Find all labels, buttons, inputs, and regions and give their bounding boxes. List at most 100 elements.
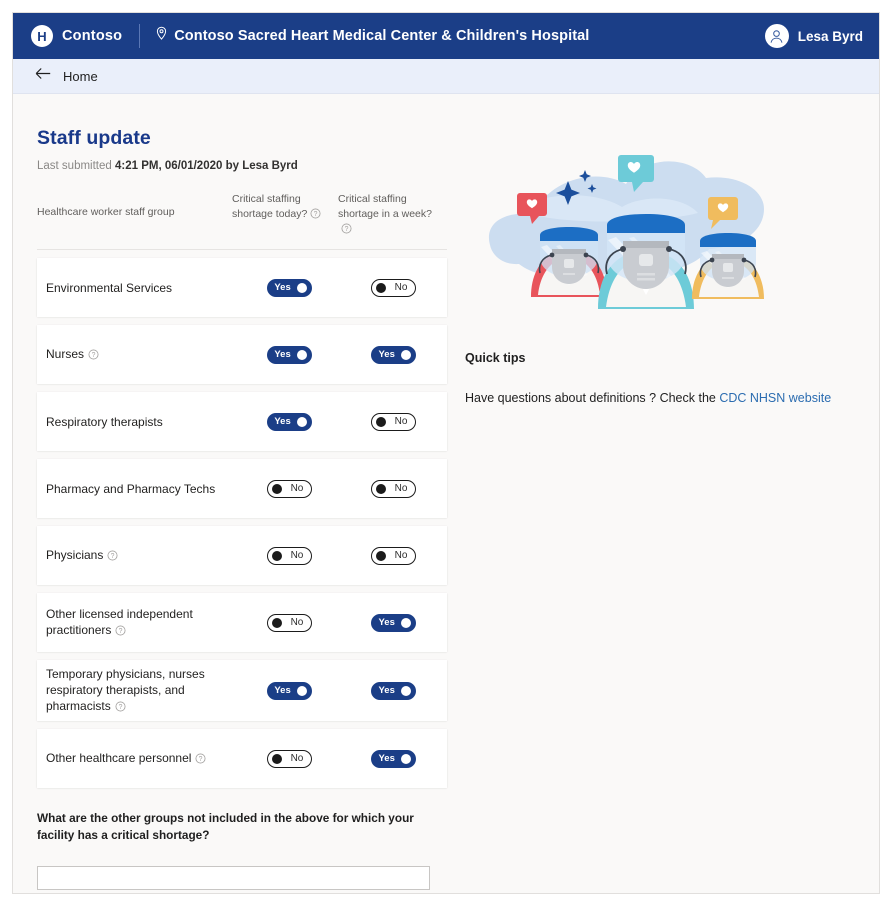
toggle-week-yes[interactable]: Yes [371,681,417,700]
toggle-today-no[interactable]: No [267,546,313,565]
toggle-knob [401,753,412,764]
brand-name: Contoso [62,28,123,44]
column-header-week-label: Critical staffing shortage in a week? [338,193,432,220]
help-circle-icon[interactable]: ? [341,223,352,237]
shortage-week-cell: Yes [341,749,447,768]
toggle-label: Yes [378,348,395,360]
toggle-today-yes[interactable]: Yes [267,681,313,700]
avatar [764,24,789,48]
form-column: Staff update Last submitted 4:21 PM, 06/… [37,94,447,893]
site-selector[interactable]: Contoso Sacred Heart Medical Center & Ch… [155,26,589,46]
table-row: Temporary physicians, nurses respiratory… [37,660,447,721]
column-header-group: Healthcare worker staff group [37,206,175,218]
toggle-label: No [394,549,408,561]
toggle-label: No [290,549,304,561]
toggle-knob [272,550,283,561]
breadcrumb-home-link[interactable]: Home [63,69,98,84]
toggle-today-yes[interactable]: Yes [267,278,313,297]
toggle-knob [376,550,387,561]
brand[interactable]: H Contoso [31,25,122,47]
help-circle-icon[interactable]: ? [310,208,321,222]
table-row: Respiratory therapists Yes No [37,392,447,451]
location-pin-icon [155,26,168,46]
staff-group-rows: Environmental Services Yes No Nurses? Yes Yes… [37,258,447,788]
staff-group-label: Environmental Services [46,280,173,295]
toggle-label: Yes [378,752,395,764]
shortage-today-cell: No [239,479,341,498]
shortage-week-cell: No [341,278,447,297]
svg-text:?: ? [314,211,318,218]
page-title: Staff update [37,127,151,149]
toggle-today-yes[interactable]: Yes [267,345,313,364]
shortage-today-cell: Yes [239,278,341,297]
help-circle-icon[interactable]: ? [195,753,206,767]
toggle-today-no[interactable]: No [267,479,313,498]
help-circle-icon[interactable]: ? [107,550,118,564]
toggle-knob [401,685,412,696]
toggle-label: No [290,752,304,764]
toggle-knob [297,416,308,427]
help-circle-icon[interactable]: ? [115,625,126,639]
shortage-today-cell: Yes [239,681,341,700]
toggle-today-no[interactable]: No [267,613,313,632]
toggle-today-no[interactable]: No [267,749,313,768]
toggle-label: No [394,281,408,293]
toggle-label: No [290,616,304,628]
breadcrumb-bar: Home [13,59,879,94]
site-name: Contoso Sacred Heart Medical Center & Ch… [174,28,590,44]
toggle-week-yes[interactable]: Yes [371,613,417,632]
toggle-today-yes[interactable]: Yes [267,412,313,431]
other-groups-input[interactable] [37,866,430,890]
toggle-week-no[interactable]: No [371,479,417,498]
toggle-label: Yes [378,616,395,628]
column-header-today-label: Critical staffing shortage today? [232,193,308,220]
toggle-label: Yes [274,281,291,293]
shortage-today-cell: No [239,546,341,565]
toggle-label: No [394,415,408,427]
toggle-week-no[interactable]: No [371,546,417,565]
toggle-week-yes[interactable]: Yes [371,749,417,768]
table-column-headers: Healthcare worker staff group Critical s… [37,192,447,250]
table-row: Pharmacy and Pharmacy Techs No No [37,459,447,518]
arrow-left-icon[interactable] [35,67,52,85]
quick-tips-title: Quick tips [465,351,526,365]
svg-text:?: ? [118,704,122,711]
help-circle-icon[interactable]: ? [88,349,99,363]
toggle-label: Yes [274,684,291,696]
column-header-week: Critical staffing shortage in a week?? [338,192,444,239]
toggle-knob [272,753,283,764]
shortage-today-cell: Yes [239,412,341,431]
table-row: Physicians? No No [37,526,447,585]
page-content: Staff update Last submitted 4:21 PM, 06/… [13,94,879,893]
shortage-today-cell: No [239,749,341,768]
staff-group-label: Respiratory therapists [46,414,163,429]
contoso-logo-icon: H [31,25,53,47]
user-menu[interactable]: Lesa Byrd [764,24,863,48]
user-name: Lesa Byrd [797,28,863,44]
column-header-today: Critical staffing shortage today?? [232,192,338,239]
table-row: Nurses? Yes Yes [37,325,447,384]
table-row: Environmental Services Yes No [37,258,447,317]
help-circle-icon[interactable]: ? [115,701,126,715]
last-submitted-prefix: Last submitted [37,160,115,172]
shortage-week-cell: No [341,479,447,498]
svg-text:?: ? [119,628,123,635]
staff-group-label: Other licensed independent practitioners… [46,606,193,639]
healthcare-workers-masks-illustration [468,149,853,329]
table-row: Other healthcare personnel? No Yes [37,729,447,788]
toggle-week-no[interactable]: No [371,412,417,431]
toggle-label: Yes [274,415,291,427]
cdc-nhsn-website-link[interactable]: CDC NHSN website [719,391,831,405]
toggle-week-no[interactable]: No [371,278,417,297]
svg-text:?: ? [345,226,349,233]
toggle-label: No [394,482,408,494]
toggle-label: No [290,482,304,494]
shortage-week-cell: No [341,412,447,431]
toggle-knob [376,483,387,494]
shortage-week-cell: Yes [341,345,447,364]
shortage-today-cell: Yes [239,345,341,364]
quick-tips-column: Quick tips Have questions about definiti… [453,94,853,405]
toggle-week-yes[interactable]: Yes [371,345,417,364]
svg-text:?: ? [199,756,203,763]
toggle-knob [376,282,387,293]
